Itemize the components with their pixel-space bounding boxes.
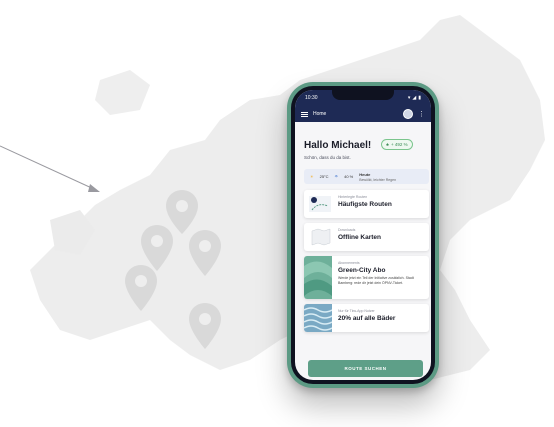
card-frequent-routes[interactable]: Hinterlegte Routen Häufigste Routen	[304, 190, 429, 218]
weather-widget[interactable]: ☀ 25°C ☂ 40 % Heute Bewölkt, leichter Re…	[304, 169, 429, 184]
weather-rain: 40 %	[344, 174, 354, 179]
status-icons: ▾ ◢ ▮	[408, 95, 421, 101]
avatar[interactable]	[403, 109, 413, 119]
card-baths-discount[interactable]: Nur für Tkw-App Nutzer 20% auf alle Bäde…	[304, 304, 429, 332]
route-map-icon	[309, 196, 331, 212]
card-green-city-abo[interactable]: Abonnements Green-City Abo Werde jetzt e…	[304, 256, 429, 299]
app-bar-title: Home	[313, 111, 327, 117]
card-title: 20% auf alle Bäder	[338, 315, 396, 322]
hamburger-menu-icon[interactable]	[301, 111, 308, 117]
card-kicker: Abonnements	[338, 261, 360, 265]
phone-screen: 10:30 ▾ ◢ ▮ Home ⋮ Hallo Michael! ♣ + 49…	[295, 90, 431, 380]
signal-icon: ◢	[412, 95, 417, 101]
card-description: Werde jetzt ein Teil der Initiative zusä…	[338, 276, 414, 285]
tree-icon: ♣	[386, 142, 389, 147]
weather-day: Heute	[359, 171, 371, 177]
card-offline-maps[interactable]: Downloads Offline Karten	[304, 223, 429, 251]
status-time: 10:30	[305, 95, 318, 101]
weather-desc: Bewölkt, leichter Regen	[359, 177, 397, 182]
greeting-subtitle: Schön, dass du da bist.	[304, 155, 351, 160]
card-kicker: Nur für Tkw-App Nutzer	[338, 309, 375, 313]
card-title: Green-City Abo	[338, 267, 386, 274]
card-title: Offline Karten	[338, 234, 381, 241]
rain-icon: ☂	[334, 174, 339, 179]
weather-temp: 25°C	[319, 174, 329, 179]
weather-summary: Heute Bewölkt, leichter Regen	[359, 172, 396, 182]
wifi-icon: ▾	[407, 95, 411, 101]
cloud-sun-icon: ☀	[310, 174, 314, 179]
phone-notch	[332, 90, 394, 100]
eco-badge[interactable]: ♣ + 492 %	[381, 139, 413, 150]
card-kicker: Downloads	[338, 228, 356, 232]
app-bar: Home ⋮	[295, 106, 431, 122]
home-content: Hallo Michael! ♣ + 492 % Schön, dass du …	[295, 122, 431, 380]
card-title: Häufigste Routen	[338, 201, 392, 208]
eco-badge-label: + 492 %	[390, 142, 408, 147]
pointer-arrow	[0, 145, 100, 192]
battery-icon: ▮	[418, 95, 421, 101]
leaf-image	[304, 256, 332, 299]
phone-mockup: 10:30 ▾ ◢ ▮ Home ⋮ Hallo Michael! ♣ + 49…	[287, 82, 439, 388]
route-search-button[interactable]: ROUTE SUCHEN	[308, 360, 423, 377]
greeting-title: Hallo Michael!	[304, 140, 372, 151]
waves-image	[304, 304, 332, 332]
card-kicker: Hinterlegte Routen	[338, 195, 368, 199]
phone-bezel: 10:30 ▾ ◢ ▮ Home ⋮ Hallo Michael! ♣ + 49…	[291, 86, 435, 384]
folded-map-icon	[311, 228, 331, 246]
status-bar: 10:30 ▾ ◢ ▮	[295, 90, 431, 106]
more-options-icon[interactable]: ⋮	[418, 111, 425, 118]
